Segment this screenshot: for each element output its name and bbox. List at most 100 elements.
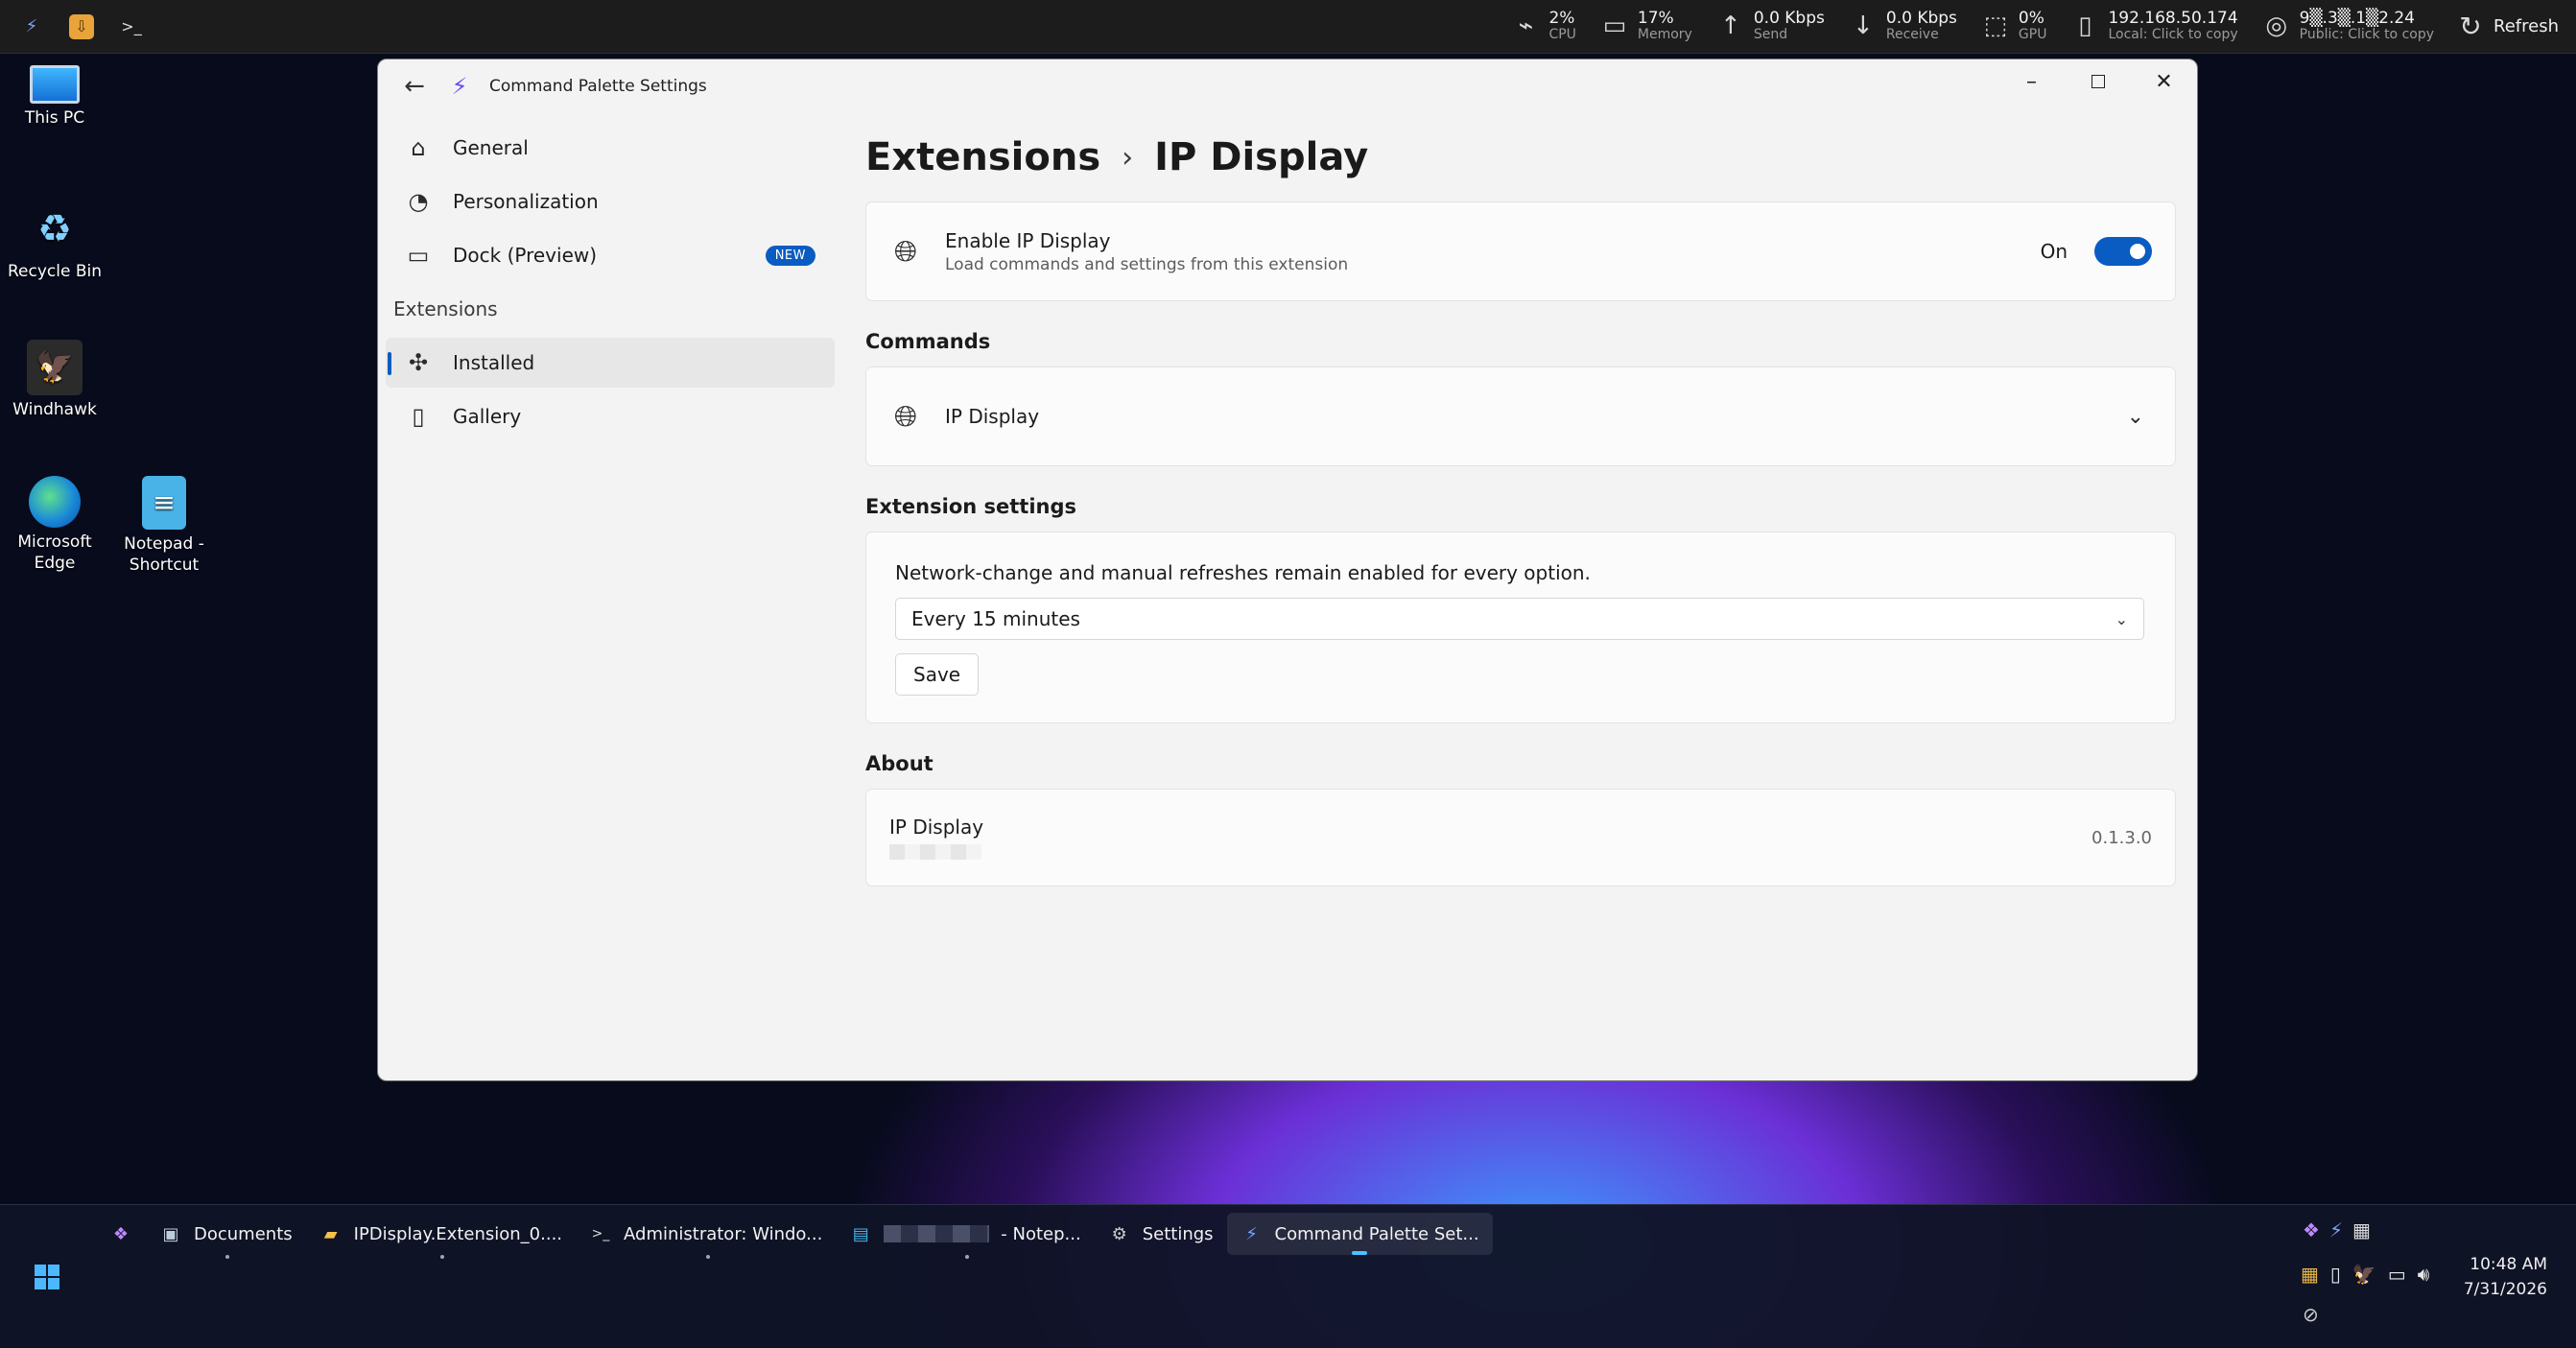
task-label: Administrator: Windo... [624,1223,823,1244]
taskbar-widgets-button[interactable]: ❖ [96,1213,146,1255]
sidebar-item-installed[interactable]: ✣ Installed [386,338,835,388]
command-name: IP Display [945,405,1040,428]
public-ip-value[interactable]: 9▒.3▒.1▒2.24 [2300,10,2434,28]
edge-browser-icon [29,476,81,528]
sidebar-item-personalization[interactable]: ◔ Personalization [386,177,835,226]
task-label: Documents [194,1223,293,1244]
copilot-icon[interactable]: ❖ [2303,1218,2320,1242]
taskbar-item-command-palette-settings[interactable]: ⚡ Command Palette Set... [1226,1213,1493,1255]
windhawk-tray-icon[interactable]: 🦅 [2352,1263,2376,1286]
receive-value: 0.0 Kbps [1885,9,1957,29]
settings-window: ← ⚡ Command Palette Settings – ✕ ⌂ Gener… [377,59,2198,1081]
notepad-icon: ▤ [852,1223,869,1244]
chevron-down-icon[interactable]: ⌄ [2127,405,2144,429]
folder-icon: ▰ [323,1223,338,1244]
task-label: Command Palette Set... [1274,1223,1479,1244]
network-icon[interactable]: ▭ [2388,1263,2406,1286]
cpu-stat: ⌁ 2% CPU [1512,10,1576,43]
taskbar-item-documents[interactable]: ▣ Documents [146,1213,306,1259]
receive-label: Receive [1885,27,1939,43]
refresh-button[interactable]: ↻ Refresh [2457,12,2559,40]
window-titlebar: ← ⚡ Command Palette Settings – ✕ [378,59,2197,113]
back-button[interactable]: ← [395,72,434,101]
windhawk-icon: 🦅 [27,340,83,395]
send-value: 0.0 Kbps [1753,9,1825,29]
breadcrumb: Extensions › IP Display [865,123,2174,192]
sidebar-item-gallery[interactable]: ▯ Gallery [386,391,835,441]
minimize-button[interactable]: – [1998,59,2065,104]
gear-icon: ⚙ [1111,1223,1127,1244]
select-value: Every 15 minutes [911,607,1080,630]
taskbar-item-ipdisplay-folder[interactable]: ▰ IPDisplay.Extension_0.... [306,1213,576,1259]
notepad-icon: ≡ [142,476,186,530]
local-ip-stat[interactable]: ▯ 192.168.50.174 Local: Click to copy [2071,10,2237,43]
refresh-interval-select[interactable]: Every 15 minutes ⌄ [895,598,2144,640]
redacted-filename [884,1225,990,1242]
desktop-icon-label: Windhawk [12,400,97,419]
clock-date: 7/31/2026 [2463,1279,2547,1299]
installer-package-icon[interactable]: ⇩ [69,13,94,39]
breadcrumb-current: IP Display [1154,135,1369,179]
enable-extension-card: 🌐︎ Enable IP Display Load commands and s… [865,201,2176,301]
sidebar-nav: ⌂ General ◔ Personalization ▭ Dock (Prev… [378,113,843,1080]
monitor-app-icon[interactable]: ▦ [2352,1218,2371,1242]
window-title: Command Palette Settings [489,77,707,96]
desktop-icon-label: Notepad - Shortcut [124,534,204,576]
enable-toggle-switch[interactable] [2094,237,2152,266]
local-ip-value[interactable]: 192.168.50.174 [2108,10,2237,28]
sidebar-item-general[interactable]: ⌂ General [386,123,835,173]
enable-description: Load commands and settings from this ext… [945,254,1349,274]
terminal-icon[interactable]: >_ [119,14,144,39]
gpu-value: 0% [2018,9,2044,29]
hidden-eye-icon[interactable]: ⊘ [2303,1303,2319,1326]
new-badge: NEW [765,245,815,266]
usb-drive-icon[interactable]: ▯ [2330,1263,2341,1286]
desktop-icon-windhawk[interactable]: 🦅 Windhawk [2,340,107,420]
taskbar-clock[interactable]: 10:48 AM 7/31/2026 [2464,1253,2547,1302]
back-arrow-icon: ← [404,72,425,101]
desktop-icon-edge[interactable]: Microsoft Edge [2,476,107,574]
start-button[interactable] [35,1265,59,1289]
tray-pinned-icons: ❖ ⚡ ▦ [2303,1218,2371,1242]
send-label: Send [1753,27,1788,43]
maximize-button[interactable] [2065,59,2131,104]
taskbar-item-admin-terminal[interactable]: >_ Administrator: Windo... [576,1213,836,1259]
sidebar-item-label: Gallery [453,405,522,428]
redacted-publisher [889,844,981,860]
breadcrumb-parent[interactable]: Extensions [865,135,1100,179]
taskbar-item-notepad[interactable]: ▤ - Notep... [836,1213,1094,1259]
close-button[interactable]: ✕ [2131,59,2197,104]
local-ip-label: Local: Click to copy [2108,27,2238,43]
commands-header: Commands [865,330,991,353]
desktop-icon-label: Recycle Bin [7,262,102,281]
desktop-icon-label: This PC [24,108,85,128]
desktop-icon-this-pc[interactable]: This PC [2,65,107,129]
upload-arrow-icon: ↑ [1719,12,1741,41]
recycle-bin-icon: ♻ [37,207,72,251]
command-palette-icon[interactable]: ⚡ [2329,1218,2343,1242]
sidebar-item-label: General [453,136,529,159]
commands-card[interactable]: 🌐︎ IP Display ⌄ [865,367,2176,466]
command-palette-icon[interactable]: ⚡ [19,14,44,39]
desktop-icon-recycle-bin[interactable]: ♻ Recycle Bin [2,201,107,282]
memory-icon: ▭ [1602,12,1627,41]
enable-title: Enable IP Display [945,228,1111,252]
maximize-icon [2091,75,2105,88]
sidebar-item-dock[interactable]: ▭ Dock (Preview) NEW [386,230,835,280]
sidebar-section-extensions: Extensions [393,297,498,320]
cpu-activity-icon: ⌁ [1518,12,1534,41]
taskbar-item-settings[interactable]: ⚙ Settings [1095,1213,1227,1255]
command-palette-logo-icon: ⚡ [451,73,468,100]
public-ip-stat[interactable]: ◎ 9▒.3▒.1▒2.24 Public: Click to copy [2263,10,2434,43]
taskbar: ❖ ▣ Documents ▰ IPDisplay.Extension_0...… [0,1204,2576,1348]
puzzle-piece-icon: ✣ [408,349,429,376]
desktop-icon-notepad-shortcut[interactable]: ≡ Notepad - Shortcut [111,476,217,576]
save-button[interactable]: Save [895,653,980,696]
colorful-app-icon[interactable]: ▦ [2301,1263,2319,1286]
system-tray: ▦ ▯ 🦅 ▭ 🔊︎ [2301,1263,2429,1286]
volume-icon[interactable]: 🔊︎ [2418,1263,2430,1286]
gpu-stat: ⬚ 0% GPU [1982,10,2047,43]
system-top-bar: ⚡ ⇩ >_ ⌁ 2% CPU ▭ 17% Memory ↑ 0.0 Kbps Sen… [0,0,2576,54]
about-card: IP Display 0.1.3.0 [865,789,2176,887]
close-icon: ✕ [2155,69,2173,94]
